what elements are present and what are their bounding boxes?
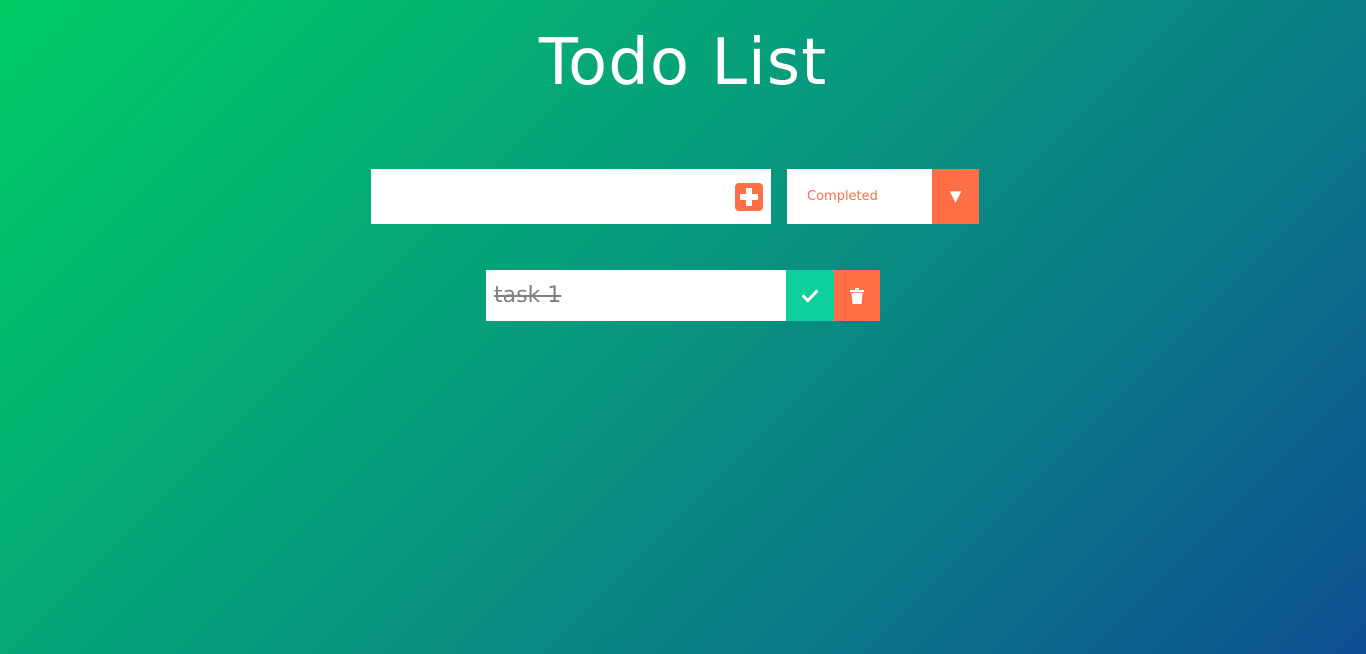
todo-text: task 1 — [486, 270, 786, 321]
todo-input[interactable] — [371, 169, 726, 224]
page-title: Todo List — [538, 26, 828, 100]
filter-select[interactable]: Completed ▼ — [787, 169, 979, 224]
filter-selected-value: Completed — [807, 189, 878, 204]
dropdown-arrow-icon[interactable]: ▼ — [932, 169, 979, 224]
trash-icon — [850, 287, 864, 304]
add-todo-button[interactable] — [735, 183, 763, 211]
delete-button[interactable] — [834, 270, 880, 321]
todo-item: task 1 — [486, 270, 880, 321]
complete-button[interactable] — [786, 270, 834, 321]
check-icon — [802, 289, 818, 302]
todo-form — [371, 169, 771, 224]
